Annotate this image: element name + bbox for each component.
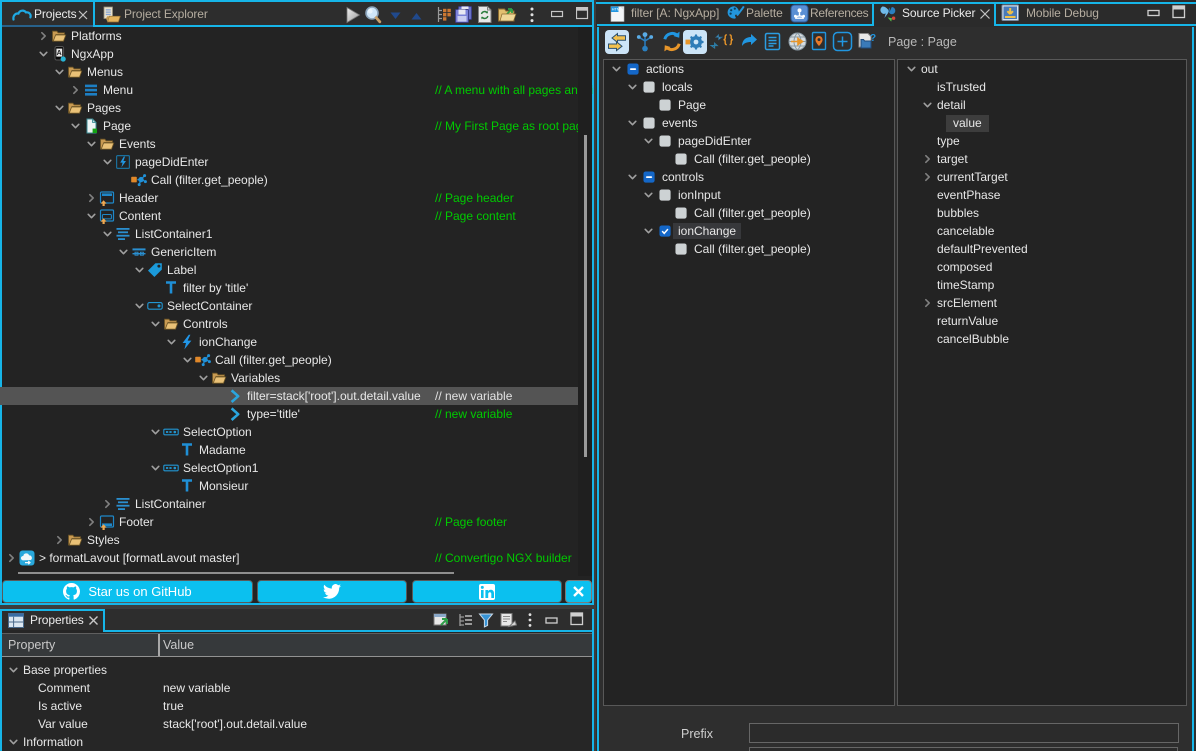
svg-text:HTM: HTM [612,8,620,12]
svg-text:?: ? [870,33,876,44]
